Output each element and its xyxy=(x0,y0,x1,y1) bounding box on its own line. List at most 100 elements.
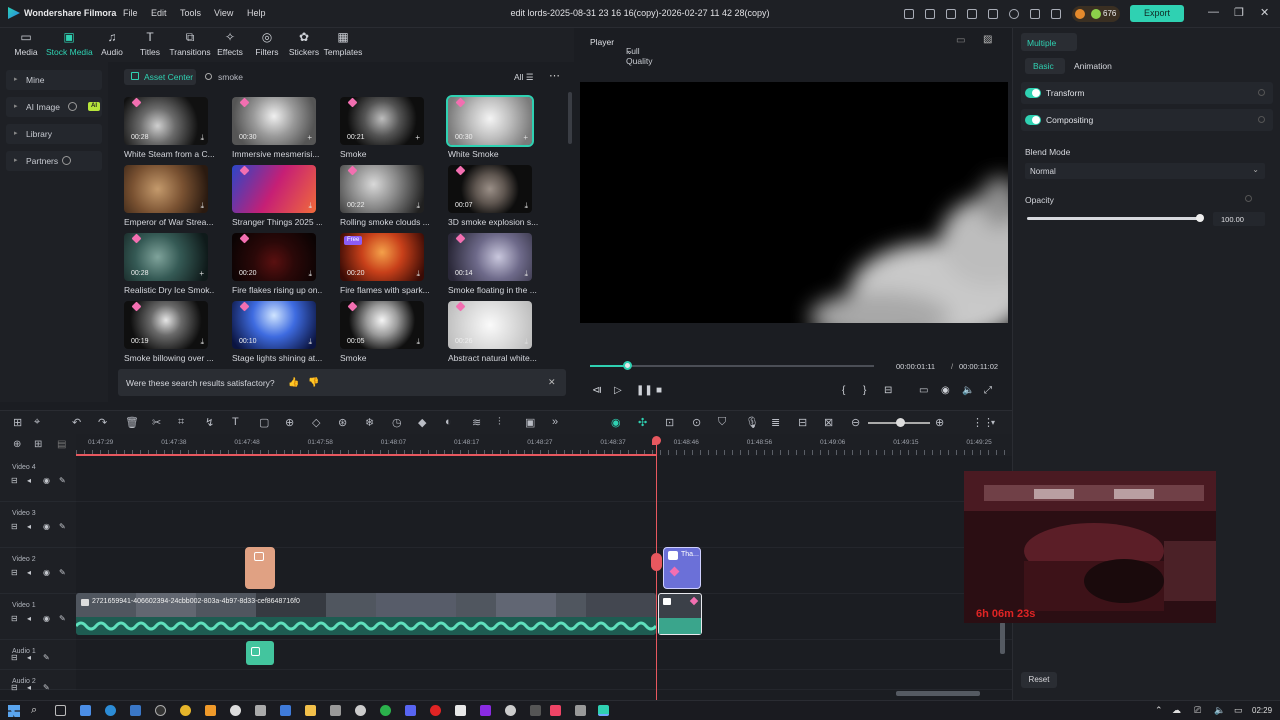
lock-icon[interactable]: ⊟ xyxy=(11,653,18,662)
crop-icon[interactable]: ⌗ xyxy=(178,416,184,429)
keyframe-icon[interactable]: ◆ xyxy=(418,416,426,429)
tab-basic[interactable]: Basic xyxy=(1025,58,1065,74)
grid-icon[interactable] xyxy=(1051,9,1061,19)
shield-icon[interactable]: ⛉ xyxy=(718,416,726,429)
chrome-icon[interactable] xyxy=(180,705,191,716)
stock-card[interactable]: ⤓ Stranger Things 2025 ... xyxy=(232,165,322,231)
zoom-in-icon[interactable]: ⊕ xyxy=(935,416,944,429)
previous-frame-icon[interactable]: ⧏ xyxy=(592,385,602,396)
vertical-scrollbar[interactable] xyxy=(1000,622,1005,654)
battery-icon[interactable]: ▭ xyxy=(1234,705,1243,716)
stock-card[interactable]: 00:21 + Smoke xyxy=(340,97,426,163)
search-icon[interactable] xyxy=(205,73,212,80)
safe-zone-icon[interactable]: ▭ xyxy=(956,35,965,46)
blend-mode-select[interactable]: Normal ⌄ xyxy=(1025,163,1265,179)
track-lane[interactable] xyxy=(76,670,1012,690)
mute-icon[interactable]: ◂ xyxy=(27,683,31,692)
stock-card[interactable]: ⤓ Emperor of War Strea... xyxy=(124,165,213,231)
send-icon[interactable] xyxy=(925,9,935,19)
track-lane[interactable] xyxy=(76,640,1012,670)
stock-card[interactable]: 00:10 ⤓ Stage lights shining at... xyxy=(232,301,322,367)
reset-dot-icon[interactable] xyxy=(1245,195,1252,202)
progress-handle[interactable] xyxy=(622,361,632,370)
zoom-handle[interactable] xyxy=(896,418,905,427)
selected-video-clip[interactable] xyxy=(658,593,702,635)
store-icon[interactable] xyxy=(255,705,266,716)
stock-card[interactable]: 00:30 + White Smoke xyxy=(446,95,534,163)
steam-icon[interactable] xyxy=(505,705,516,716)
edit-icon[interactable]: ✎ xyxy=(59,522,66,531)
expand-toolbar-icon[interactable]: » xyxy=(552,416,558,428)
green-app-icon[interactable] xyxy=(380,705,391,716)
minimize-icon[interactable]: — xyxy=(1208,6,1219,18)
lock-icon[interactable]: ⊟ xyxy=(11,683,18,692)
volume-tray-icon[interactable]: 🔈 xyxy=(1214,705,1225,716)
layout-grid-icon[interactable]: ⊞ xyxy=(13,416,22,429)
subtitle-icon[interactable]: ⊠ xyxy=(824,416,833,429)
stock-card[interactable]: 00:26 ⤓ Abstract natural white... xyxy=(448,301,537,367)
download-icon[interactable]: ⤓ xyxy=(416,269,420,279)
maximize-icon[interactable]: ❐ xyxy=(1234,6,1244,19)
redo-icon[interactable]: ↷ xyxy=(98,416,107,429)
layout-icon[interactable] xyxy=(946,9,956,19)
tray-chevron-icon[interactable]: ⌃ xyxy=(1155,705,1163,716)
eye-icon[interactable]: ◉ xyxy=(43,614,50,623)
task-view-icon[interactable] xyxy=(55,705,66,716)
download-icon[interactable]: ⤓ xyxy=(308,337,312,347)
credits-badge[interactable]: 676 xyxy=(1072,6,1120,22)
mute-icon[interactable]: ◂ xyxy=(27,653,31,662)
insert-icon[interactable]: ⊟ xyxy=(884,385,892,396)
more-options-icon[interactable]: ⋯ xyxy=(549,69,560,82)
edge-icon[interactable] xyxy=(105,705,116,716)
reset-dot-icon[interactable] xyxy=(1258,89,1265,96)
stock-card[interactable]: 00:05 ⤓ Smoke xyxy=(340,301,426,367)
lock-icon[interactable]: ⊟ xyxy=(11,522,18,531)
timeline-ruler[interactable]: 01:47:29 01:47:38 01:47:48 01:47:58 01:48:07… xyxy=(76,434,1012,456)
track-lane[interactable] xyxy=(76,502,1012,548)
thumbs-down-icon[interactable]: 👎 xyxy=(308,377,319,388)
stock-card[interactable]: Free 00:20 ⤓ Fire flames with spark... xyxy=(340,233,430,299)
stock-card[interactable]: 00:28 + Realistic Dry Ice Smok... xyxy=(124,233,214,299)
timer-icon[interactable]: ◷ xyxy=(392,416,402,429)
frame-icon[interactable]: ▢ xyxy=(259,416,269,429)
chevron-down-icon[interactable]: ▾ xyxy=(991,418,995,427)
zoom-clip-icon[interactable]: ⊕ xyxy=(285,416,294,429)
terminal-icon[interactable] xyxy=(530,705,541,716)
select-tool-icon[interactable]: ⌖ xyxy=(34,416,40,429)
download-icon[interactable]: ⤓ xyxy=(524,337,528,347)
sidebar-item-mine[interactable]: ▸ Mine xyxy=(6,70,102,90)
add-icon[interactable]: + xyxy=(415,133,420,142)
teams-icon[interactable] xyxy=(80,705,91,716)
eye-icon[interactable]: ◉ xyxy=(43,522,50,531)
edit-icon[interactable]: ✎ xyxy=(43,653,50,662)
transform-section[interactable]: Transform xyxy=(1021,82,1273,104)
stock-card[interactable]: 00:19 ⤓ Smoke billowing over ... xyxy=(124,301,214,367)
download-icon[interactable]: ⤓ xyxy=(524,269,528,279)
mute-icon[interactable]: ◂ xyxy=(27,614,31,623)
download-icon[interactable]: ⤓ xyxy=(200,201,204,211)
search-icon[interactable]: ⌕ xyxy=(31,704,37,717)
filter-select[interactable]: All ☰ xyxy=(514,72,533,83)
voice-icon[interactable]: ≣ xyxy=(771,416,780,429)
audio-clip[interactable] xyxy=(246,641,274,665)
snapshot-image-icon[interactable]: ▨ xyxy=(983,34,992,45)
window-app-icon[interactable] xyxy=(575,705,586,716)
split-icon[interactable]: ✂ xyxy=(152,416,161,429)
asset-center-tab[interactable]: Asset Center xyxy=(124,69,196,85)
mask-icon[interactable]: ◇ xyxy=(312,416,320,429)
play-range-icon[interactable]: ⊙ xyxy=(692,416,701,429)
download-icon[interactable]: ⤓ xyxy=(416,337,420,347)
mark-in-icon[interactable]: { xyxy=(842,385,845,396)
render-preview-icon[interactable]: ⊡ xyxy=(665,416,674,429)
tab-media[interactable]: ▭ Media xyxy=(3,30,49,62)
scene-icon[interactable]: ⊟ xyxy=(798,416,807,429)
sticker-clip[interactable] xyxy=(245,547,275,589)
cloud-icon[interactable] xyxy=(1009,9,1019,19)
info-icon[interactable] xyxy=(68,102,77,111)
track-manager-icon[interactable]: ▤ xyxy=(57,439,66,450)
download-icon[interactable] xyxy=(988,9,998,19)
start-icon[interactable] xyxy=(8,705,20,717)
media-app-icon[interactable] xyxy=(550,705,561,716)
info-icon[interactable] xyxy=(62,156,71,165)
volume-icon[interactable]: 🔈 xyxy=(962,385,974,396)
